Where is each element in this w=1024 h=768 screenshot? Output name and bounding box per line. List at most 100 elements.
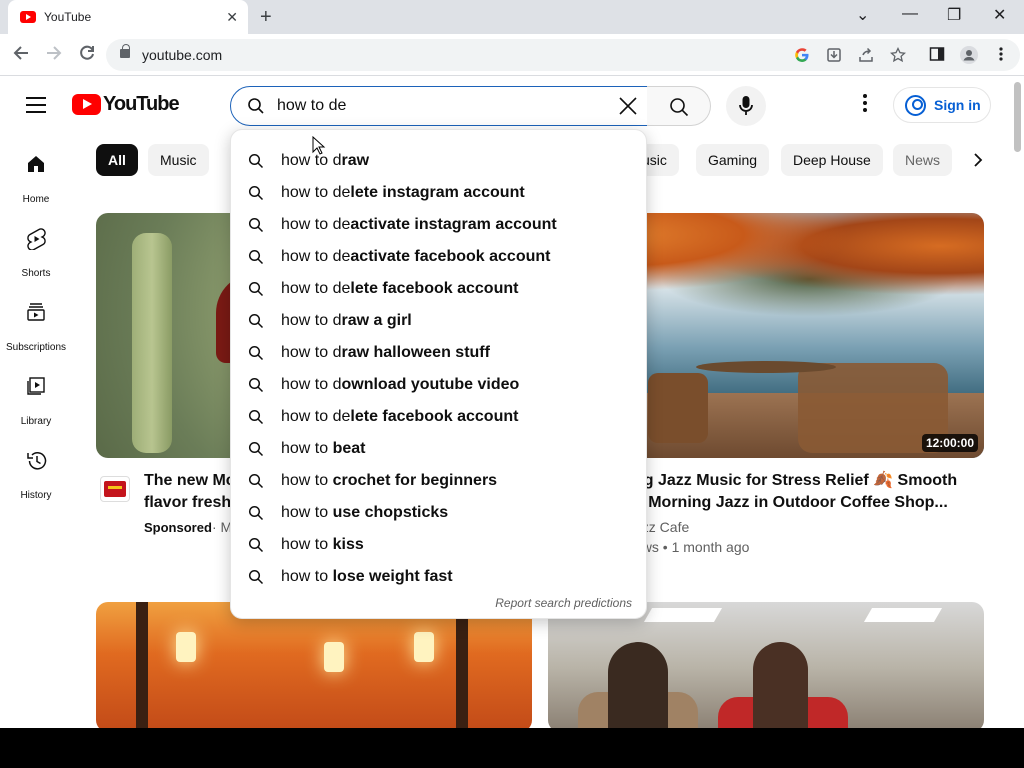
chip-news[interactable]: News (893, 144, 953, 176)
tab-title: YouTube (44, 10, 92, 24)
tab-close-icon[interactable]: ✕ (226, 9, 238, 25)
google-icon[interactable] (794, 47, 810, 67)
suggestion-completion: crochet for beginners (332, 472, 498, 489)
chevron-right-icon[interactable] (968, 150, 988, 170)
voice-search-button[interactable] (726, 86, 766, 126)
guide-item-home[interactable]: Home (0, 150, 72, 220)
youtube-play-logo-icon (72, 94, 101, 115)
taskbar (0, 728, 1024, 768)
side-panel-icon[interactable] (929, 46, 945, 66)
guide-item-history[interactable]: History (0, 446, 72, 516)
minimize-button[interactable]: — (902, 5, 918, 23)
suggestion-typed-part: how to d (281, 376, 342, 393)
bookmark-star-icon[interactable] (890, 46, 906, 67)
search-suggestion[interactable]: how to lose weight fast (231, 561, 648, 593)
search-suggestion[interactable]: how to kiss (231, 529, 648, 561)
chip-music[interactable]: Music (148, 144, 209, 176)
lock-icon[interactable] (120, 44, 130, 58)
guide-item-shorts[interactable]: Shorts (0, 224, 72, 294)
report-search-predictions-link[interactable]: Report search predictions (495, 596, 632, 610)
search-icon (248, 217, 264, 233)
chip-deep-house[interactable]: Deep House (781, 144, 883, 176)
advertiser-logo[interactable] (100, 476, 130, 502)
video-thumbnail-people[interactable] (548, 602, 984, 728)
suggestion-text: how to delete instagram account (281, 184, 525, 202)
search-suggestions-dropdown: how to draw how to delete instagram accou… (230, 129, 647, 619)
chrome-menu-icon[interactable] (998, 46, 1004, 66)
library-icon (27, 377, 45, 395)
search-icon (248, 249, 264, 265)
address-bar[interactable]: youtube.com (106, 39, 1020, 71)
browser-toolbar: youtube.com (0, 34, 1024, 76)
suggestion-typed-part: how to de (281, 184, 351, 201)
hamburger-menu-icon[interactable] (26, 97, 46, 113)
search-icon (248, 441, 264, 457)
video-title-line2[interactable]: n Morning Jazz in Outdoor Coffee Shop... (634, 492, 974, 514)
thumbnail-bottle (132, 233, 172, 453)
suggestion-text: how to deactivate instagram account (281, 216, 557, 234)
search-suggestion[interactable]: how to delete facebook account (231, 273, 648, 305)
thumbnail-ceiling-light (863, 608, 943, 622)
search-suggestion[interactable]: how to deactivate facebook account (231, 241, 648, 273)
restore-button[interactable]: ❐ (947, 5, 961, 25)
suggestion-text: how to beat (281, 440, 366, 458)
suggestion-typed-part: how to (281, 568, 333, 585)
search-suggestion[interactable]: how to deactivate instagram account (231, 209, 648, 241)
search-suggestion[interactable]: how to use chopsticks (231, 497, 648, 529)
suggestion-text: how to deactivate facebook account (281, 248, 550, 266)
guide-item-subscriptions[interactable]: Subscriptions (0, 298, 72, 368)
suggestion-typed-part: how to (281, 440, 333, 457)
search-suggestion[interactable]: how to draw halloween stuff (231, 337, 648, 369)
tab-search-button[interactable]: ⌄ (856, 5, 869, 25)
chip-all[interactable]: All (96, 144, 138, 176)
subscriptions-icon (27, 303, 45, 321)
profile-avatar-icon[interactable] (960, 46, 978, 68)
new-tab-button[interactable]: + (260, 6, 272, 28)
chip-gaming[interactable]: Gaming (696, 144, 770, 176)
scrollbar-thumb[interactable] (1014, 82, 1021, 152)
search-icon (247, 97, 265, 120)
search-suggestion[interactable]: how to download youtube video (231, 369, 648, 401)
video-title-line1[interactable]: The new Mc (144, 470, 234, 492)
youtube-masthead: YouTube Sign in (0, 77, 1012, 133)
suggestion-text: how to use chopsticks (281, 504, 448, 522)
search-suggestion[interactable]: how to delete facebook account (231, 401, 648, 433)
guide-item-library[interactable]: Library (0, 372, 72, 442)
suggestion-text: how to crochet for beginners (281, 472, 497, 490)
thumbnail-lamp (176, 632, 196, 662)
close-window-button[interactable]: ✕ (993, 5, 1006, 25)
sign-in-button[interactable]: Sign in (893, 87, 991, 123)
search-suggestion[interactable]: how to beat (231, 433, 648, 465)
back-arrow-icon[interactable] (12, 44, 30, 66)
page-scrollbar[interactable] (1012, 77, 1024, 728)
more-options-icon[interactable] (855, 94, 875, 116)
video-title-line1[interactable]: ng Jazz Music for Stress Relief 🍂 Smooth (634, 470, 974, 492)
search-icon (670, 98, 689, 117)
address-url[interactable]: youtube.com (142, 47, 222, 63)
search-suggestion[interactable]: how to delete instagram account (231, 177, 648, 209)
search-button[interactable] (647, 86, 711, 126)
suggestion-completion: use chopsticks (332, 504, 449, 521)
microphone-icon (739, 96, 753, 115)
search-suggestion[interactable]: how to draw a girl (231, 305, 648, 337)
search-suggestion[interactable]: how to crochet for beginners (231, 465, 648, 497)
suggestion-completion: lete facebook account (350, 280, 519, 297)
search-icon (248, 313, 264, 329)
forward-arrow-icon[interactable] (45, 44, 63, 66)
suggestion-text: how to delete facebook account (281, 280, 518, 298)
video-thumbnail-autumn-park[interactable] (96, 602, 532, 728)
search-icon (248, 345, 264, 361)
search-suggestion[interactable]: how to draw (231, 145, 648, 177)
share-icon[interactable] (858, 47, 874, 67)
install-app-icon[interactable] (826, 47, 842, 67)
search-box[interactable] (230, 86, 648, 126)
suggestion-completion: kiss (332, 536, 364, 553)
search-icon (248, 569, 264, 585)
reload-icon[interactable] (78, 44, 96, 66)
search-input[interactable] (277, 95, 607, 117)
browser-tab-youtube[interactable]: YouTube ✕ (8, 0, 248, 34)
video-duration-badge: 12:00:00 (921, 434, 978, 452)
video-title-line2[interactable]: flavor fresh, (144, 492, 234, 514)
suggestion-text: how to kiss (281, 536, 364, 554)
clear-search-icon[interactable] (615, 93, 641, 119)
